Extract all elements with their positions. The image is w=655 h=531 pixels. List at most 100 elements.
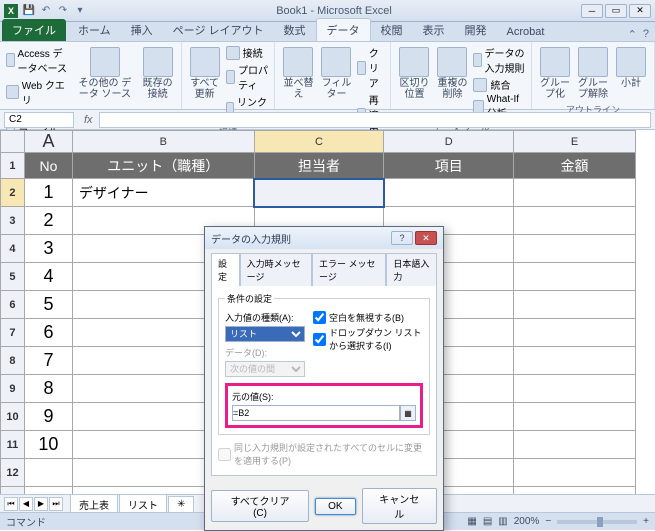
source-input[interactable] — [232, 405, 400, 421]
col-header-A[interactable]: A — [24, 131, 72, 153]
col-header-B[interactable]: B — [72, 131, 254, 153]
ignore-blank-checkbox[interactable] — [313, 311, 326, 324]
filter-button[interactable]: フィルター — [319, 45, 353, 102]
subtotal-button[interactable]: 小計 — [614, 45, 648, 91]
row-header[interactable]: 7 — [1, 319, 25, 347]
view-layout-icon[interactable]: ▤ — [483, 516, 492, 527]
save-icon[interactable]: 💾 — [22, 4, 36, 18]
row-header[interactable]: 5 — [1, 263, 25, 291]
cell[interactable]: 5 — [24, 291, 72, 319]
tab-file[interactable]: ファイル — [2, 19, 66, 41]
cell[interactable] — [514, 459, 636, 487]
view-pagebreak-icon[interactable]: ▥ — [498, 516, 507, 527]
tab-dev[interactable]: 開発 — [455, 19, 497, 41]
row-header[interactable]: 11 — [1, 431, 25, 459]
cell[interactable]: 9 — [24, 403, 72, 431]
tab-layout[interactable]: ページ レイアウト — [163, 19, 274, 41]
dialog-tab-ime[interactable]: 日本語入力 — [386, 253, 437, 286]
row-header[interactable]: 10 — [1, 403, 25, 431]
name-box[interactable]: C2 — [4, 112, 74, 128]
sort-button[interactable]: 並べ替え — [281, 45, 315, 102]
tab-view[interactable]: 表示 — [413, 19, 455, 41]
row-header[interactable]: 4 — [1, 235, 25, 263]
cell[interactable]: 担当者 — [254, 153, 384, 179]
dialog-close-button[interactable]: ✕ — [415, 231, 437, 245]
dialog-tab-error-msg[interactable]: エラー メッセージ — [312, 253, 386, 286]
col-header-C[interactable]: C — [254, 131, 384, 153]
ungroup-button[interactable]: グループ解除 — [576, 45, 610, 102]
clear-button[interactable]: クリア — [357, 45, 384, 90]
cell[interactable]: 3 — [24, 235, 72, 263]
sheet-nav-last[interactable]: ⏭ — [49, 497, 63, 511]
other-sources-button[interactable]: その他の データ ソース — [73, 45, 137, 102]
col-header-E[interactable]: E — [514, 131, 636, 153]
cell[interactable] — [514, 347, 636, 375]
ribbon-minimize-icon[interactable]: ⌃ — [628, 28, 637, 41]
dialog-titlebar[interactable]: データの入力規則 ? ✕ — [205, 227, 443, 249]
cell[interactable] — [514, 179, 636, 207]
dialog-tab-input-msg[interactable]: 入力時メッセージ — [240, 253, 312, 286]
data-validation-button[interactable]: データの入力規則 — [473, 45, 525, 75]
range-picker-icon[interactable]: ▦ — [400, 405, 416, 421]
clear-all-button[interactable]: すべてクリア(C) — [211, 490, 309, 522]
cell[interactable]: 8 — [24, 375, 72, 403]
from-web-button[interactable]: Web クエリ — [6, 77, 69, 107]
connections-button[interactable]: 接続 — [226, 45, 269, 60]
cell[interactable]: 1 — [24, 179, 72, 207]
cell[interactable] — [514, 207, 636, 235]
cell[interactable]: 項目 — [384, 153, 514, 179]
qat-more-icon[interactable]: ▾ — [73, 4, 87, 18]
cell[interactable]: No — [24, 153, 72, 179]
cell[interactable]: 4 — [24, 263, 72, 291]
cell[interactable]: 7 — [24, 347, 72, 375]
row-header[interactable]: 1 — [1, 153, 25, 179]
new-sheet-button[interactable]: ✳ — [168, 496, 194, 512]
sheet-tab[interactable]: リスト — [119, 494, 167, 514]
cell[interactable] — [514, 403, 636, 431]
maximize-button[interactable]: ▭ — [605, 4, 627, 18]
row-header[interactable]: 3 — [1, 207, 25, 235]
zoom-in-button[interactable]: + — [643, 516, 649, 527]
cell[interactable] — [514, 375, 636, 403]
row-header[interactable]: 2 — [1, 179, 25, 207]
tab-formula[interactable]: 数式 — [274, 19, 316, 41]
properties-button[interactable]: プロパティ — [226, 62, 269, 92]
cell[interactable] — [514, 235, 636, 263]
group-button[interactable]: グループ化 — [538, 45, 572, 102]
cell[interactable]: 2 — [24, 207, 72, 235]
tab-home[interactable]: ホーム — [68, 19, 121, 41]
cancel-button[interactable]: キャンセル — [362, 488, 437, 524]
sheet-nav-first[interactable]: ⏮ — [4, 497, 18, 511]
cell[interactable]: 6 — [24, 319, 72, 347]
sheet-nav-prev[interactable]: ◀ — [19, 497, 33, 511]
select-all[interactable] — [1, 131, 25, 153]
tab-data[interactable]: データ — [316, 18, 371, 41]
redo-icon[interactable]: ↷ — [56, 4, 70, 18]
allow-select[interactable]: リスト — [225, 326, 305, 342]
existing-connections-button[interactable]: 既存の 接続 — [141, 45, 175, 102]
row-header[interactable]: 12 — [1, 459, 25, 487]
row-header[interactable]: 9 — [1, 375, 25, 403]
sheet-tab[interactable]: 売上表 — [70, 494, 118, 514]
help-icon[interactable]: ? — [643, 28, 649, 41]
cell[interactable]: ユニット（職種） — [72, 153, 254, 179]
row-header[interactable]: 6 — [1, 291, 25, 319]
cell[interactable] — [514, 431, 636, 459]
cell-selected[interactable] — [254, 179, 384, 207]
cell[interactable] — [24, 459, 72, 487]
fx-icon[interactable]: fx — [78, 114, 99, 126]
formula-input[interactable] — [99, 112, 651, 128]
dropdown-checkbox[interactable] — [313, 333, 326, 346]
text-to-columns-button[interactable]: 区切り位置 — [397, 45, 431, 102]
cell[interactable]: デザイナー — [72, 179, 254, 207]
row-header[interactable]: 8 — [1, 347, 25, 375]
zoom-out-button[interactable]: − — [545, 516, 551, 527]
zoom-level[interactable]: 200% — [514, 516, 540, 527]
dialog-help-button[interactable]: ? — [391, 231, 413, 245]
zoom-slider[interactable] — [557, 520, 637, 524]
ok-button[interactable]: OK — [315, 498, 355, 515]
cell[interactable] — [514, 263, 636, 291]
cell[interactable]: 10 — [24, 431, 72, 459]
sheet-nav-next[interactable]: ▶ — [34, 497, 48, 511]
close-button[interactable]: ✕ — [629, 4, 651, 18]
